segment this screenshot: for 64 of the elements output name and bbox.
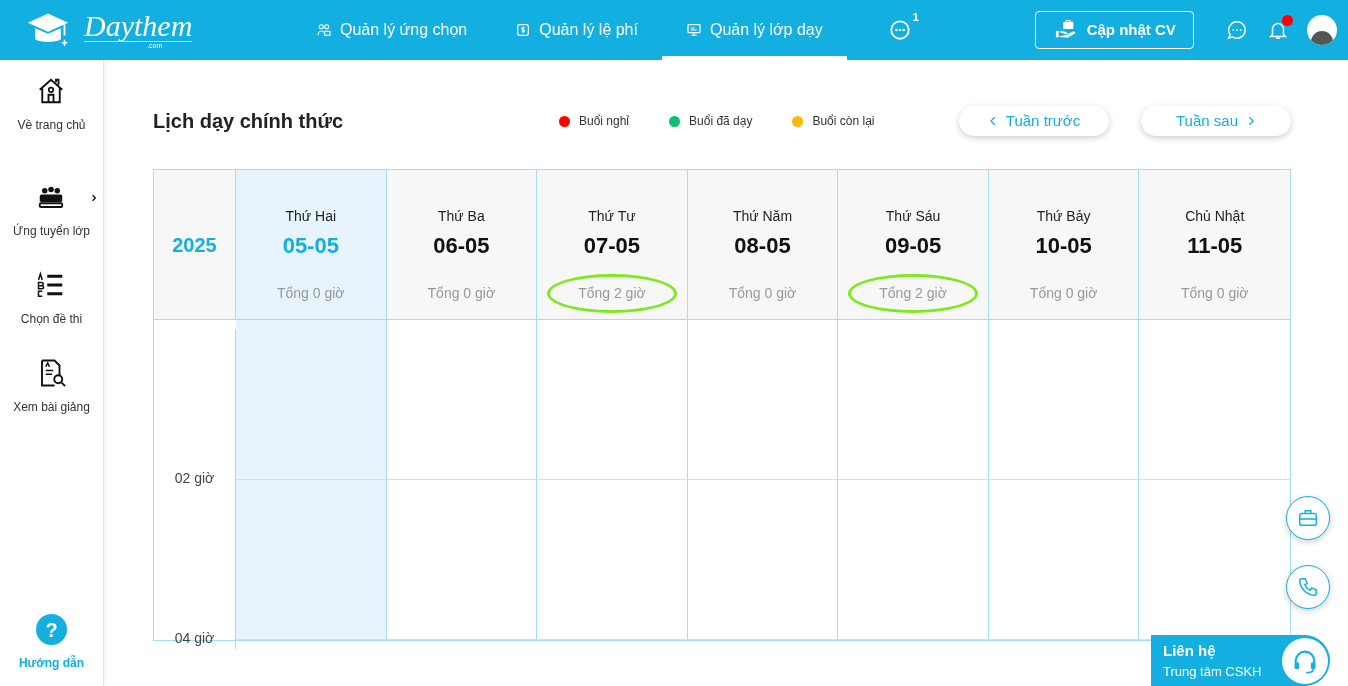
legend-label: Buổi nghỉ bbox=[579, 113, 630, 130]
calendar-cell[interactable] bbox=[687, 320, 839, 480]
legend-label: Buổi còn lại bbox=[812, 113, 875, 130]
help-icon: ? bbox=[36, 614, 67, 645]
day-header[interactable]: Thứ Bảy 10-05 Tổng 0 giờ bbox=[988, 170, 1140, 320]
total-hours: Tổng 0 giờ bbox=[727, 284, 798, 303]
contact-title: Liên hệ bbox=[1163, 640, 1216, 661]
calendar-cell[interactable] bbox=[537, 480, 688, 640]
date-label: 05-05 bbox=[282, 232, 339, 260]
date-label: 11-05 bbox=[1187, 232, 1243, 260]
presentation-board-icon bbox=[685, 22, 702, 38]
calendar-cell[interactable] bbox=[537, 320, 688, 480]
sidebar-item[interactable]: Ứng tuyển lớp bbox=[13, 182, 90, 240]
weekday-label: Thứ Sáu bbox=[885, 207, 941, 226]
contact-subtitle: Trung tâm CSKH bbox=[1163, 663, 1262, 681]
total-hours: Tổng 0 giờ bbox=[1179, 284, 1250, 303]
weekday-label: Thứ Hai bbox=[285, 207, 337, 226]
date-label: 06-05 bbox=[433, 232, 490, 260]
sidebar-item[interactable]: Về trang chủ bbox=[17, 76, 86, 134]
day-header[interactable]: Thứ Ba 06-05 Tổng 0 giờ bbox=[386, 170, 538, 320]
total-hours: Tổng 0 giờ bbox=[426, 284, 497, 303]
calendar-cell[interactable] bbox=[838, 480, 989, 640]
total-hours: Tổng 0 giờ bbox=[276, 284, 346, 303]
calendar-cell[interactable] bbox=[988, 480, 1140, 640]
total-hours: Tổng 2 giờ bbox=[848, 274, 978, 313]
weekday-label: Thứ Ba bbox=[438, 207, 485, 226]
more-icon[interactable] bbox=[888, 19, 911, 41]
weekday-label: Thứ Tư bbox=[588, 207, 636, 226]
total-hours: Tổng 2 giờ bbox=[547, 274, 677, 313]
weekday-label: Chủ Nhật bbox=[1185, 207, 1245, 226]
chevron-right-icon bbox=[1246, 115, 1256, 127]
year-label: 2025 bbox=[154, 170, 236, 320]
calendar-cell[interactable] bbox=[236, 320, 387, 480]
chevron-left-icon bbox=[987, 115, 998, 127]
day-header[interactable]: Thứ Năm 08-05 Tổng 0 giờ bbox=[687, 170, 839, 320]
weekday-label: Thứ Năm bbox=[732, 207, 793, 226]
phone-icon bbox=[1297, 576, 1319, 598]
calendar-cell[interactable] bbox=[386, 320, 538, 480]
page-title: Lịch dạy chính thức bbox=[153, 109, 345, 134]
day-header[interactable]: Thứ Sáu 09-05 Tổng 2 giờ bbox=[838, 170, 989, 320]
chat-icon[interactable] bbox=[1225, 19, 1248, 41]
calendar-cell[interactable] bbox=[988, 320, 1140, 480]
date-label: 09-05 bbox=[884, 232, 942, 260]
dollar-icon bbox=[515, 22, 532, 38]
calendar-cell[interactable] bbox=[838, 320, 989, 480]
calendar-cell[interactable] bbox=[236, 480, 387, 640]
date-label: 07-05 bbox=[583, 232, 641, 260]
date-label: 08-05 bbox=[734, 232, 791, 260]
calendar-cell[interactable] bbox=[687, 480, 839, 640]
briefcase-button[interactable] bbox=[1286, 496, 1330, 540]
date-label: 10-05 bbox=[1035, 232, 1092, 260]
total-hours: Tổng 0 giờ bbox=[1028, 284, 1099, 303]
day-header[interactable]: Thứ Tư 07-05 Tổng 2 giờ bbox=[537, 170, 688, 320]
day-header[interactable]: Thứ Hai 05-05 Tổng 0 giờ bbox=[236, 170, 387, 320]
avatar[interactable] bbox=[1306, 15, 1337, 45]
count-label: 1 bbox=[912, 10, 919, 25]
phone-button[interactable] bbox=[1286, 565, 1330, 609]
legend-label: Buổi đã dạy bbox=[689, 113, 753, 130]
calendar-cell[interactable] bbox=[386, 480, 538, 640]
briefcase-icon bbox=[1297, 507, 1319, 529]
sidebar-item[interactable]: Chọn đề thi bbox=[20, 270, 83, 328]
day-header[interactable]: Chủ Nhật 11-05 Tổng 0 giờ bbox=[1139, 170, 1290, 320]
weekday-label: Thứ Bảy bbox=[1036, 207, 1091, 226]
sidebar-item[interactable]: Xem bài giảng bbox=[13, 358, 90, 416]
